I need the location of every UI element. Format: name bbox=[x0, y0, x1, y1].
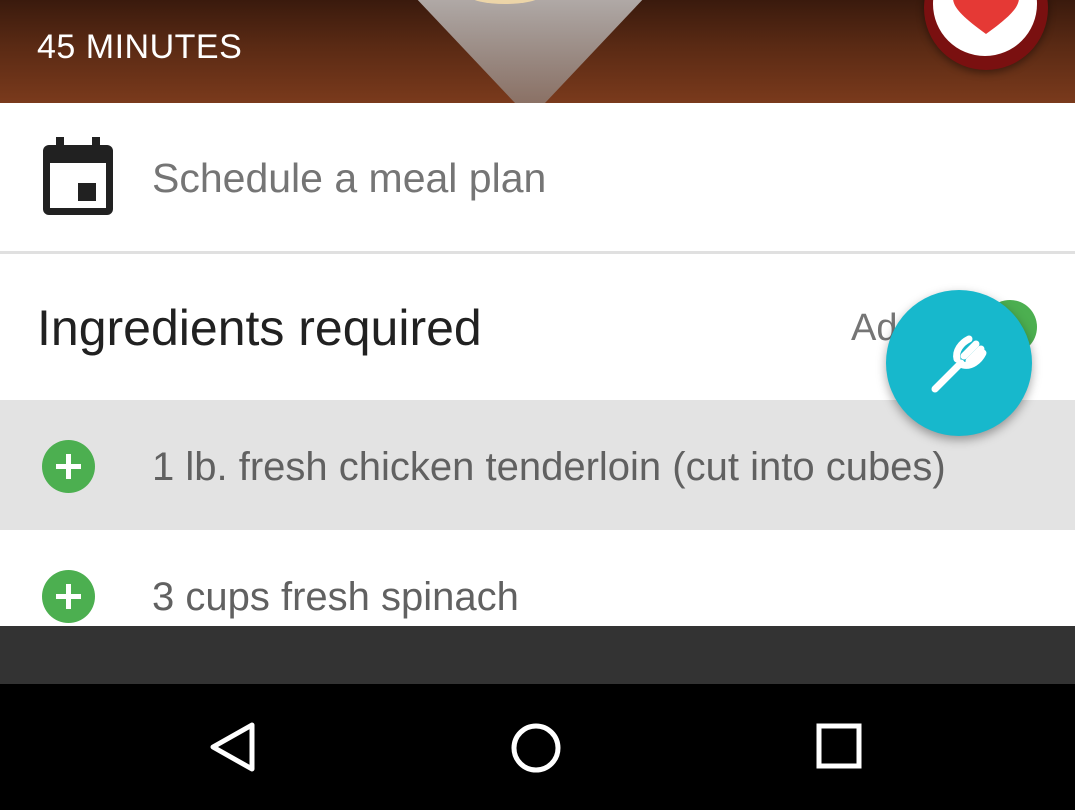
bottom-toolbar bbox=[0, 626, 1075, 684]
cook-fab-button[interactable] bbox=[886, 290, 1032, 436]
system-navigation-bar bbox=[0, 684, 1075, 810]
cook-time-label: 45 MINUTES bbox=[37, 28, 243, 66]
ingredient-text: 1 lb. fresh chicken tenderloin (cut into… bbox=[152, 445, 946, 489]
home-circle-icon[interactable] bbox=[510, 722, 562, 774]
back-triangle-icon[interactable] bbox=[208, 722, 256, 772]
add-circle-icon[interactable] bbox=[42, 440, 95, 493]
fork-icon bbox=[931, 335, 987, 393]
ingredients-title: Ingredients required bbox=[37, 300, 482, 356]
calendar-icon bbox=[43, 137, 113, 215]
heart-icon bbox=[953, 0, 1019, 34]
schedule-meal-plan-row[interactable]: Schedule a meal plan bbox=[0, 103, 1075, 254]
add-circle-icon[interactable] bbox=[42, 570, 95, 623]
schedule-meal-plan-label: Schedule a meal plan bbox=[152, 155, 547, 201]
cocktail-glass-graphic bbox=[380, 0, 680, 103]
recipe-hero-image: 45 MINUTES bbox=[0, 0, 1075, 103]
recents-square-icon[interactable] bbox=[815, 722, 863, 770]
ingredient-text: 3 cups fresh spinach bbox=[152, 575, 519, 619]
